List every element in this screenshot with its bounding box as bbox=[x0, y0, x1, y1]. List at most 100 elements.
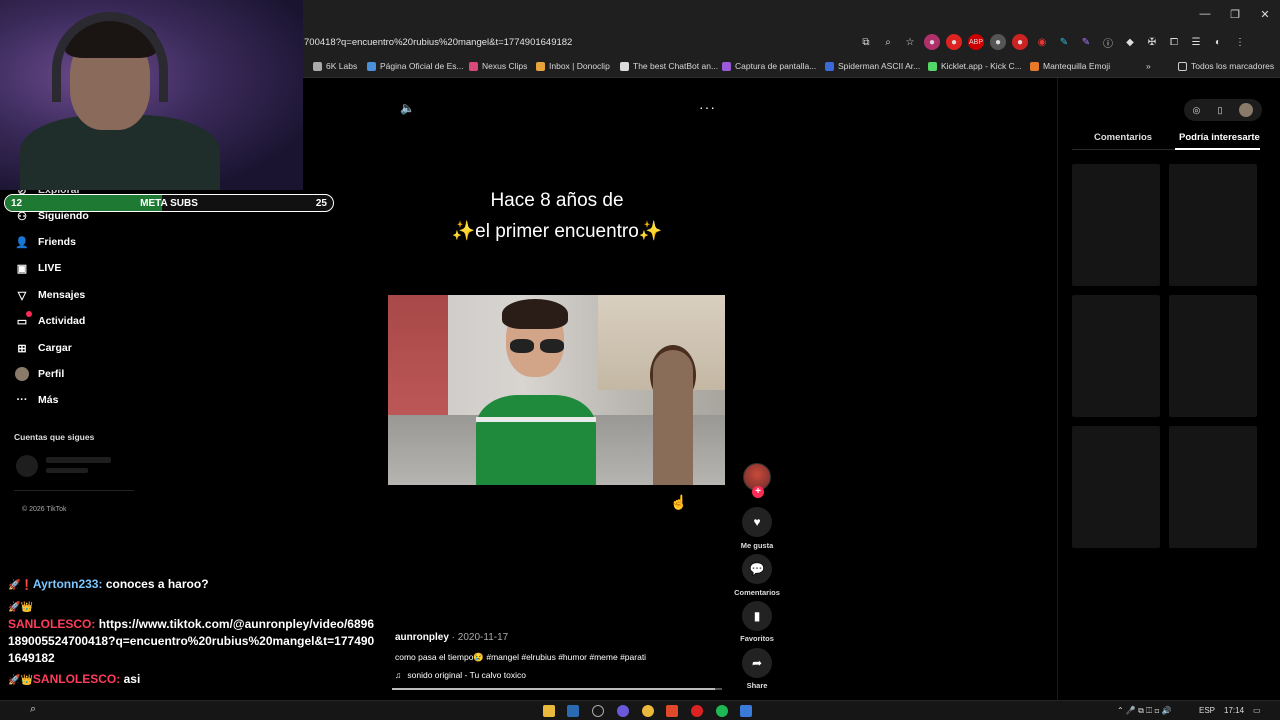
like-button[interactable]: ♥ bbox=[742, 507, 772, 537]
video-frame[interactable] bbox=[388, 295, 725, 485]
brave-icon[interactable] bbox=[666, 705, 678, 717]
suggested-video-thumb[interactable] bbox=[1169, 164, 1257, 286]
profile-icon[interactable]: ◐ bbox=[1210, 34, 1226, 50]
all-bookmarks-button[interactable]: Todos los marcadores bbox=[1178, 61, 1274, 71]
video-scene-woman bbox=[653, 350, 693, 485]
more-options-icon[interactable]: ··· bbox=[699, 99, 716, 115]
extensions-puzzle-icon[interactable]: ⧠ bbox=[1166, 34, 1182, 50]
menu-kebab-icon[interactable]: ⋮ bbox=[1232, 34, 1248, 50]
bookmark-item[interactable]: Inbox | Donoclip bbox=[536, 61, 610, 71]
extension-icon[interactable]: ● bbox=[946, 34, 962, 50]
following-accounts-title: Cuentas que sigues bbox=[14, 432, 95, 442]
adblock-icon[interactable]: ABP bbox=[968, 34, 984, 50]
chat-text: asi bbox=[123, 672, 141, 686]
bookmark-star-icon[interactable]: ☆ bbox=[902, 34, 918, 50]
discord-icon[interactable] bbox=[617, 705, 629, 717]
minimize-button[interactable]: — bbox=[1190, 0, 1220, 28]
file-explorer-icon[interactable] bbox=[543, 705, 555, 717]
sidebar-item-mas[interactable]: ··· Más bbox=[14, 392, 59, 408]
search-icon[interactable]: ⌕ bbox=[30, 703, 36, 716]
suggested-video-thumb[interactable] bbox=[1169, 295, 1257, 417]
suggested-video-thumb[interactable] bbox=[1072, 295, 1160, 417]
coin-icon[interactable]: ◎ bbox=[1193, 105, 1201, 116]
sidebar-item-perfil[interactable]: Perfil bbox=[14, 366, 64, 382]
skeleton-avatar bbox=[16, 455, 38, 477]
bookmark-item[interactable]: Spiderman ASCII Ar... bbox=[825, 61, 920, 71]
device-icon[interactable]: ▯ bbox=[1217, 105, 1222, 116]
video-caption-line1: Hace 8 años de bbox=[490, 190, 624, 211]
share-button[interactable]: ➦ bbox=[742, 648, 772, 678]
video-description: como pasa el tiempo😢 #mangel #elrubius #… bbox=[395, 652, 647, 662]
extension-icon[interactable]: ● bbox=[1012, 34, 1028, 50]
author-username[interactable]: aunronpley bbox=[395, 632, 449, 643]
reading-list-icon[interactable]: ☰ bbox=[1188, 34, 1204, 50]
extension-icon[interactable]: ◉ bbox=[1034, 34, 1050, 50]
info-icon[interactable]: ⓘ bbox=[1100, 34, 1116, 50]
steam-icon[interactable] bbox=[567, 705, 579, 717]
suggested-video-thumb[interactable] bbox=[1072, 164, 1160, 286]
video-scene-hair bbox=[502, 299, 568, 329]
extension-icon[interactable]: ◆ bbox=[1122, 34, 1138, 50]
bookmark-item[interactable]: Página Oficial de Es... bbox=[367, 61, 464, 71]
suggested-video-thumb[interactable] bbox=[1169, 426, 1257, 548]
close-window-button[interactable]: ✕ bbox=[1250, 0, 1280, 28]
sidebar-item-cargar[interactable]: ⊞ Cargar bbox=[14, 340, 71, 356]
sidebar-item-mensajes[interactable]: ▽ Mensajes bbox=[14, 287, 86, 303]
user-avatar-icon[interactable] bbox=[1239, 103, 1254, 117]
video-scene-sunglasses bbox=[506, 339, 568, 353]
upload-icon: ⊞ bbox=[17, 342, 27, 355]
extension-icon[interactable]: ● bbox=[924, 34, 940, 50]
chat-username: Ayrtonn233: bbox=[32, 577, 103, 591]
video-sound[interactable]: ♫ sonido original - Tu calvo toxico bbox=[395, 670, 526, 680]
video-caption-line2: ✨el primer encuentro✨ bbox=[451, 221, 663, 242]
language-indicator[interactable]: ESP bbox=[1199, 706, 1215, 715]
sparkle-icon: ✨ bbox=[638, 221, 663, 242]
bookmark-item[interactable]: The best ChatBot an... bbox=[620, 61, 718, 71]
windows-start-icon[interactable] bbox=[10, 705, 22, 717]
restore-button[interactable]: ❐ bbox=[1220, 0, 1250, 28]
comment-button[interactable]: 💬 bbox=[742, 554, 772, 584]
url-text[interactable]: 700418?q=encuentro%20rubius%20mangel&t=1… bbox=[304, 37, 572, 48]
cast-icon[interactable]: ⧉ bbox=[858, 34, 874, 50]
chat-badges-icon: 🚀👑 bbox=[8, 675, 33, 686]
video-scene-shirt-stripe bbox=[476, 417, 596, 422]
bookmark-item[interactable]: Nexus Clips bbox=[469, 61, 527, 71]
suggested-video-thumb[interactable] bbox=[1072, 426, 1160, 548]
bookmark-item[interactable]: Captura de pantalla... bbox=[722, 61, 816, 71]
zoom-icon[interactable]: ⌕ bbox=[880, 34, 896, 50]
clock[interactable]: 17:14 bbox=[1224, 706, 1244, 715]
extension-icon[interactable]: ✎ bbox=[1078, 34, 1094, 50]
video-progress-bar[interactable] bbox=[392, 688, 722, 690]
bookmark-item[interactable]: Kicklet.app - Kick C... bbox=[928, 61, 1022, 71]
chat-message: 🚀👑 SANLOLESCO: https://www.tiktok.com/@au… bbox=[8, 598, 378, 667]
volume-icon[interactable]: 🔈 bbox=[400, 101, 415, 115]
copyright-text: © 2026 TikTok bbox=[22, 506, 67, 513]
bookmark-favicon-icon bbox=[367, 61, 376, 71]
chat-badges-icon: 🚀❗ bbox=[8, 580, 33, 591]
sidebar-item-friends[interactable]: 👤 Friends bbox=[14, 234, 76, 250]
app-icon[interactable] bbox=[740, 705, 752, 717]
bookmarks-overflow-button[interactable]: » bbox=[1146, 61, 1151, 71]
meta-subs-label: META SUBS bbox=[140, 198, 198, 209]
tray-icons[interactable]: ⌃ 🎤 ⧉ ◫ ⊡ 🔊 bbox=[1117, 706, 1172, 716]
messages-icon: ▽ bbox=[17, 289, 27, 302]
youtube-icon[interactable] bbox=[691, 705, 703, 717]
notifications-icon[interactable]: ▭ bbox=[1253, 706, 1261, 715]
chrome-icon[interactable] bbox=[642, 705, 654, 717]
bookmark-item[interactable]: 6K Labs bbox=[313, 61, 357, 71]
extension-icon[interactable]: ● bbox=[990, 34, 1006, 50]
bookmark-favicon-icon bbox=[825, 61, 834, 71]
follow-plus-icon[interactable]: + bbox=[752, 486, 764, 498]
obs-icon[interactable] bbox=[592, 705, 604, 717]
extension-icon[interactable]: ✎ bbox=[1056, 34, 1072, 50]
sidebar-item-live[interactable]: ▣ LIVE bbox=[14, 260, 62, 276]
tab-comentarios[interactable]: Comentarios bbox=[1094, 132, 1152, 143]
bookmark-item[interactable]: Mantequilla Emoji bbox=[1030, 61, 1110, 71]
video-author[interactable]: aunronpley · 2020-11-17 bbox=[395, 632, 508, 643]
bookmark-favicon-icon bbox=[620, 61, 629, 71]
extension-icon[interactable]: ✠ bbox=[1144, 34, 1160, 50]
favorite-button[interactable]: ▮ bbox=[742, 601, 772, 631]
tab-podria-interesarte[interactable]: Podría interesarte bbox=[1179, 132, 1260, 143]
spotify-icon[interactable] bbox=[716, 705, 728, 717]
sidebar-item-actividad[interactable]: ▭ Actividad bbox=[14, 311, 85, 329]
